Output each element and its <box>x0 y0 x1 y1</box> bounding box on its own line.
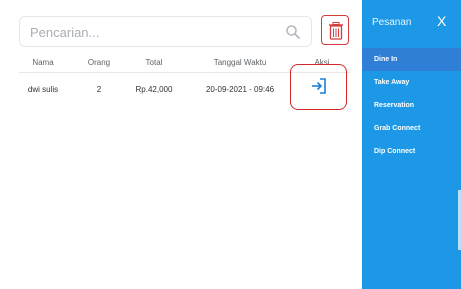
search-icon[interactable] <box>285 24 301 40</box>
column-header-total: Total <box>145 58 163 67</box>
cell-total: Rp.42,000 <box>135 85 173 94</box>
sidebar-item-reservation[interactable]: Reservation <box>362 94 461 117</box>
sidebar-title: Pesanan <box>372 17 412 28</box>
cell-tanggal-waktu: 20-09-2021 - 09:46 <box>205 85 275 94</box>
column-header-tanggal-waktu: Tanggal Waktu <box>213 58 267 67</box>
sidebar-nav: Dine In Take Away Reservation Grab Conne… <box>362 48 461 163</box>
sidebar-item-take-away[interactable]: Take Away <box>362 71 461 94</box>
close-button[interactable]: X <box>437 13 446 29</box>
search-bar[interactable] <box>19 16 312 47</box>
column-header-orang: Orang <box>87 58 111 67</box>
column-header-nama: Nama <box>32 58 54 67</box>
order-panel: Nama Orang Total Tanggal Waktu Aksi dwi … <box>0 0 362 289</box>
sidebar-item-dine-in[interactable]: Dine In <box>362 48 461 71</box>
cell-orang: 2 <box>96 85 102 94</box>
checkin-action-button[interactable] <box>290 64 347 110</box>
order-type-sidebar: Pesanan X Dine In Take Away Reservation … <box>362 0 461 289</box>
sidebar-item-grab-connect[interactable]: Grab Connect <box>362 117 461 140</box>
sidebar-item-dip-connect[interactable]: Dip Connect <box>362 140 461 163</box>
delete-button[interactable] <box>321 15 349 45</box>
cell-nama: dwi sulis <box>27 85 59 94</box>
search-input[interactable] <box>30 21 280 43</box>
